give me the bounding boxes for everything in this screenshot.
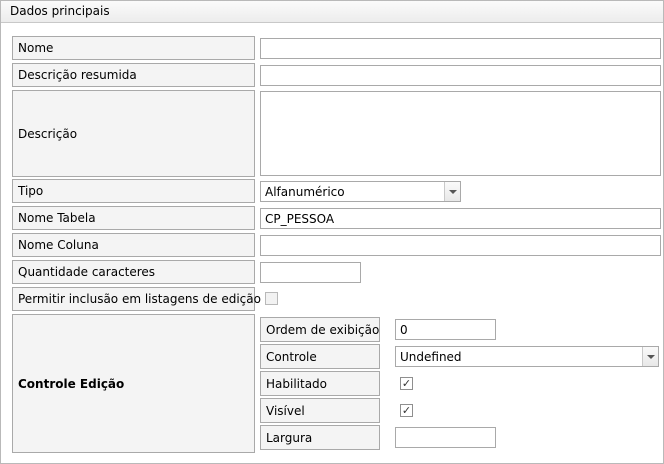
controle-label: Controle <box>260 344 380 369</box>
quantidade-caracteres-input[interactable] <box>260 262 361 283</box>
panel-header: Dados principais <box>1 1 663 23</box>
chevron-down-icon[interactable] <box>642 347 658 366</box>
descricao-textarea[interactable] <box>260 91 661 176</box>
permitir-inclusao-checkbox[interactable] <box>265 292 278 305</box>
descricao-resumida-input[interactable] <box>260 65 661 86</box>
nome-input[interactable] <box>260 38 661 59</box>
permitir-inclusao-label: Permitir inclusão em listagens de edição <box>12 287 261 311</box>
nome-tabela-input[interactable]: CP_PESSOA <box>260 208 661 229</box>
visivel-label: Visível <box>260 398 380 423</box>
descricao-label: Descrição <box>12 90 255 177</box>
largura-input[interactable] <box>395 427 496 448</box>
nome-coluna-label: Nome Coluna <box>12 233 255 257</box>
descricao-resumida-label: Descrição resumida <box>12 63 255 87</box>
habilitado-checkbox[interactable]: ✓ <box>400 377 413 390</box>
quantidade-caracteres-label: Quantidade caracteres <box>12 260 255 284</box>
chevron-down-icon[interactable] <box>444 182 460 201</box>
controle-edicao-label: Controle Edição <box>12 314 255 453</box>
ordem-exibicao-label: Ordem de exibição <box>260 317 380 342</box>
dados-principais-panel: Dados principais Nome Descrição resumida… <box>0 0 664 464</box>
panel-title: Dados principais <box>10 4 110 18</box>
habilitado-label: Habilitado <box>260 371 380 396</box>
controle-select[interactable]: Undefined <box>395 346 659 367</box>
tipo-select-value: Alfanumérico <box>265 184 345 199</box>
visivel-checkbox[interactable]: ✓ <box>400 404 413 417</box>
controle-select-value: Undefined <box>400 349 462 364</box>
nome-tabela-label: Nome Tabela <box>12 206 255 230</box>
ordem-exibicao-input[interactable]: 0 <box>395 319 496 340</box>
largura-label: Largura <box>260 425 380 450</box>
tipo-select[interactable]: Alfanumérico <box>260 181 461 202</box>
nome-coluna-input[interactable] <box>260 235 661 256</box>
nome-label: Nome <box>12 36 255 60</box>
tipo-label: Tipo <box>12 179 255 203</box>
